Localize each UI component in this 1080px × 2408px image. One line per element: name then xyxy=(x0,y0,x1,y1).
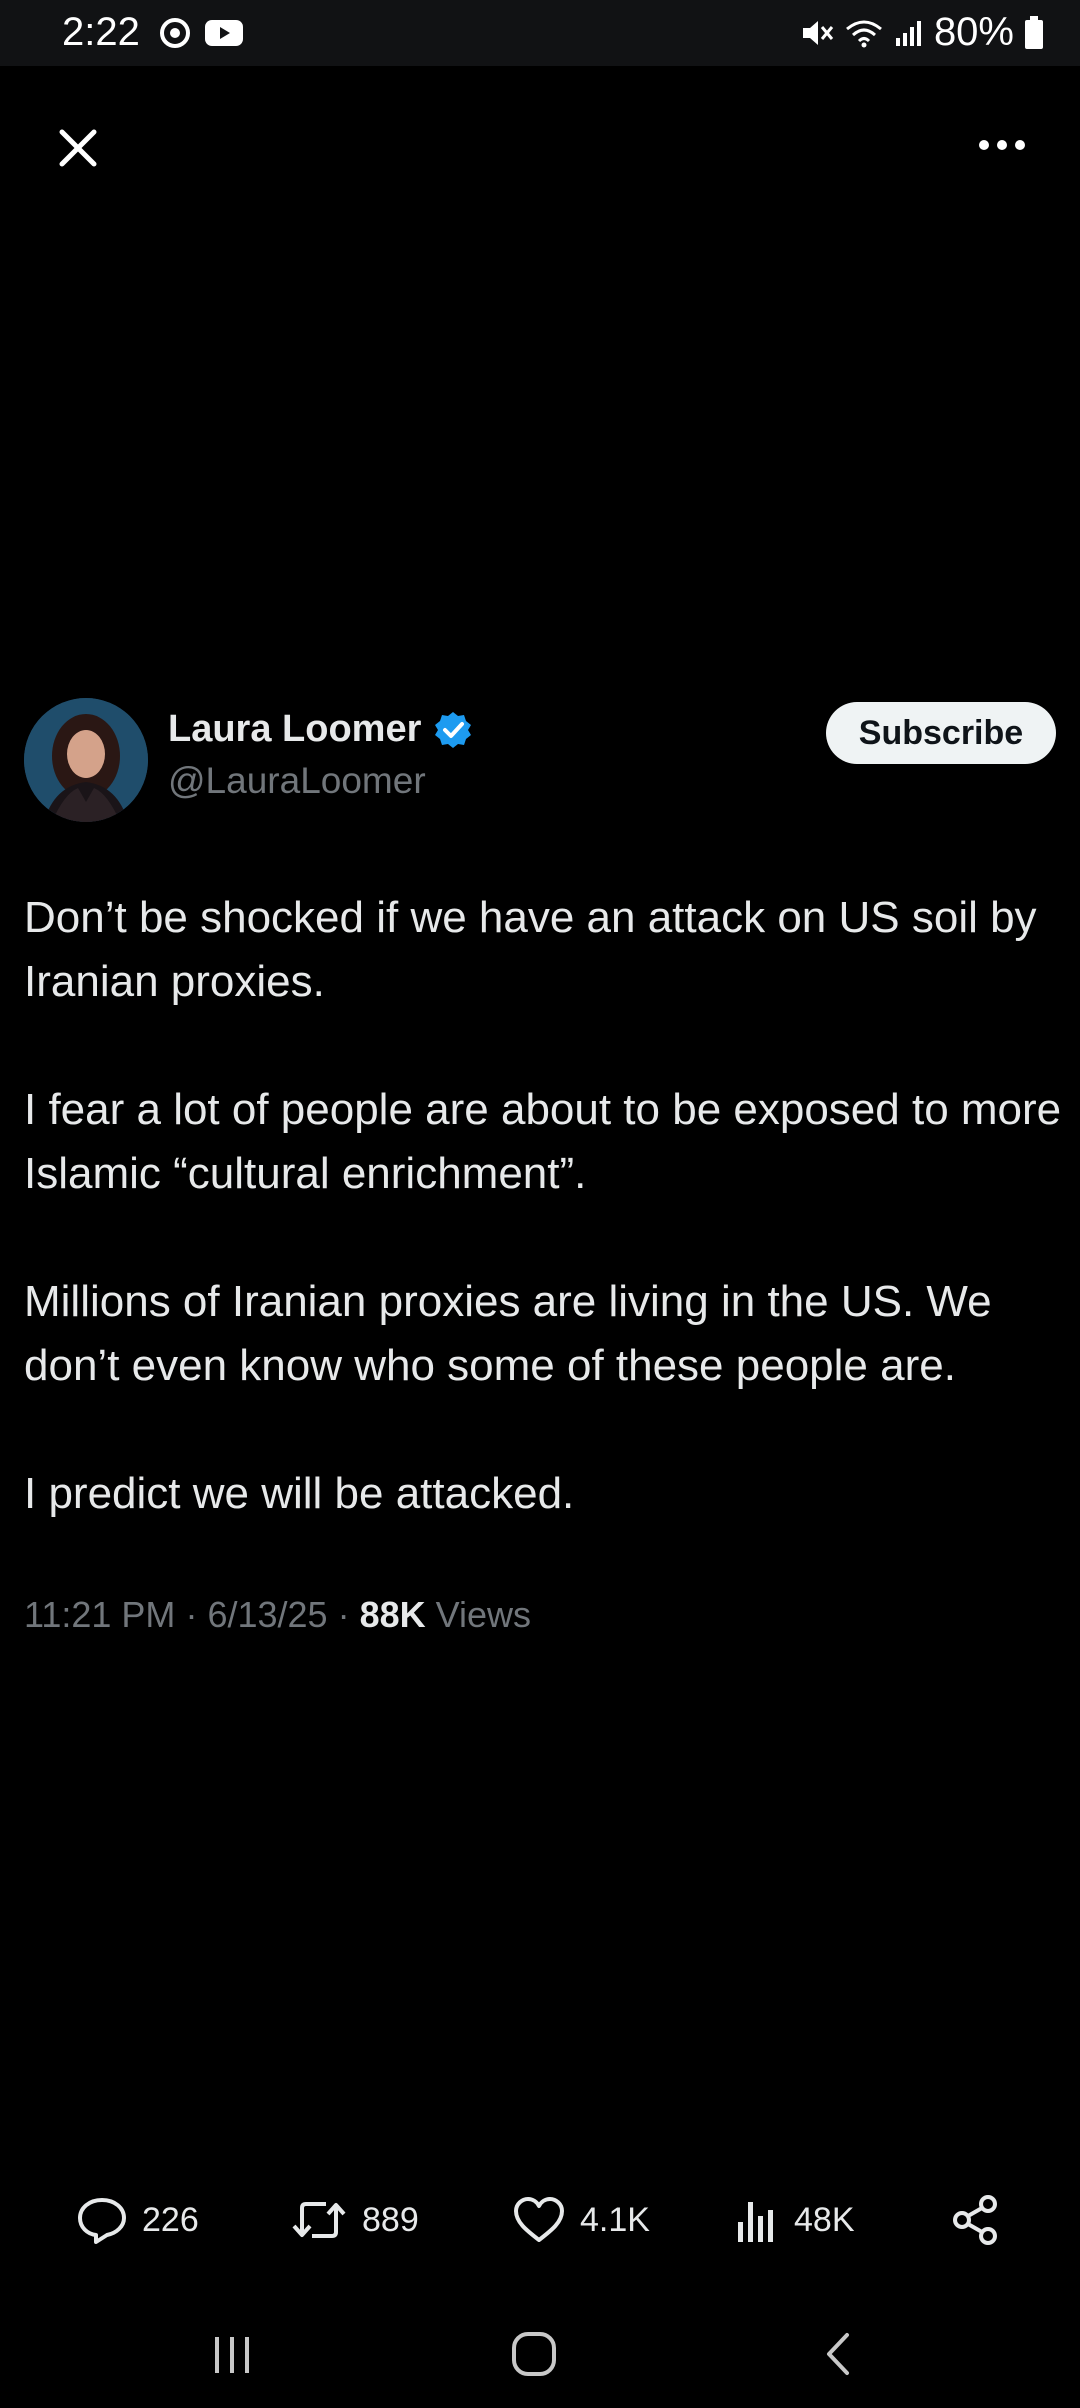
signal-icon xyxy=(895,20,921,46)
close-icon xyxy=(59,129,97,167)
post-text: Don’t be shocked if we have an attack on… xyxy=(24,886,1064,1590)
reply-icon xyxy=(78,2198,126,2244)
repost-count: 889 xyxy=(362,2200,419,2239)
more-icon xyxy=(979,140,1025,150)
views-button[interactable]: 48K xyxy=(736,2180,855,2260)
reply-button[interactable]: 226 xyxy=(76,2180,199,2260)
mute-icon xyxy=(802,20,834,45)
views-action-count: 48K xyxy=(794,2200,855,2239)
top-bar xyxy=(0,100,1080,190)
share-icon xyxy=(953,2195,997,2245)
author-handle[interactable]: @LauraLoomer xyxy=(168,760,426,802)
post-meta: 11:21 PM · 6/13/25 · 88K Views xyxy=(24,1594,531,1636)
views-label: Views xyxy=(435,1594,532,1635)
avatar[interactable] xyxy=(24,698,148,822)
heart-icon xyxy=(514,2197,564,2242)
system-nav-bar xyxy=(0,2300,1080,2408)
battery-icon xyxy=(1025,15,1043,49)
post-paragraph: I fear a lot of people are about to be e… xyxy=(24,1085,1062,1198)
post-date: 6/13/25 xyxy=(207,1594,328,1635)
share-button[interactable] xyxy=(950,2180,1002,2260)
back-icon xyxy=(827,2333,849,2375)
post-paragraph: Millions of Iranian proxies are living i… xyxy=(24,1277,992,1390)
status-bar: 2:22 80% xyxy=(0,0,1080,66)
repost-icon xyxy=(292,2202,346,2238)
analytics-icon xyxy=(738,2202,773,2242)
status-right: 80% xyxy=(800,10,1044,55)
reply-count: 226 xyxy=(142,2200,199,2239)
post-paragraph: Don’t be shocked if we have an attack on… xyxy=(24,893,1037,1006)
status-time: 2:22 xyxy=(62,10,140,54)
chrome-icon xyxy=(160,18,190,48)
like-count: 4.1K xyxy=(580,2200,650,2239)
action-bar: 226 889 4.1K 48K xyxy=(0,2180,1080,2260)
wifi-icon xyxy=(845,20,882,47)
post-author: Laura Loomer @LauraLoomer Subscribe xyxy=(24,698,1056,828)
meta-separator: · xyxy=(185,1594,208,1635)
author-name[interactable]: Laura Loomer xyxy=(168,708,421,751)
avatar-image xyxy=(24,698,148,822)
repost-button[interactable]: 889 xyxy=(290,2180,419,2260)
home-icon xyxy=(512,2332,556,2376)
subscribe-button[interactable]: Subscribe xyxy=(826,702,1056,764)
battery-percent: 80% xyxy=(933,10,1014,54)
like-button[interactable]: 4.1K xyxy=(512,2180,650,2260)
post-paragraph: I predict we will be attacked. xyxy=(24,1469,575,1518)
more-button[interactable] xyxy=(976,130,1028,160)
status-left-icons xyxy=(160,18,244,48)
home-button[interactable] xyxy=(494,2314,574,2394)
recents-icon xyxy=(215,2337,249,2373)
name-row: Laura Loomer xyxy=(168,708,473,751)
verified-badge-icon xyxy=(435,711,472,748)
views-count: 88K xyxy=(359,1594,426,1635)
post-time: 11:21 PM xyxy=(24,1594,176,1635)
back-button[interactable] xyxy=(800,2314,880,2394)
recent-apps-button[interactable] xyxy=(192,2314,272,2394)
meta-separator: · xyxy=(337,1594,360,1635)
close-button[interactable] xyxy=(52,122,104,174)
youtube-icon xyxy=(205,20,243,46)
